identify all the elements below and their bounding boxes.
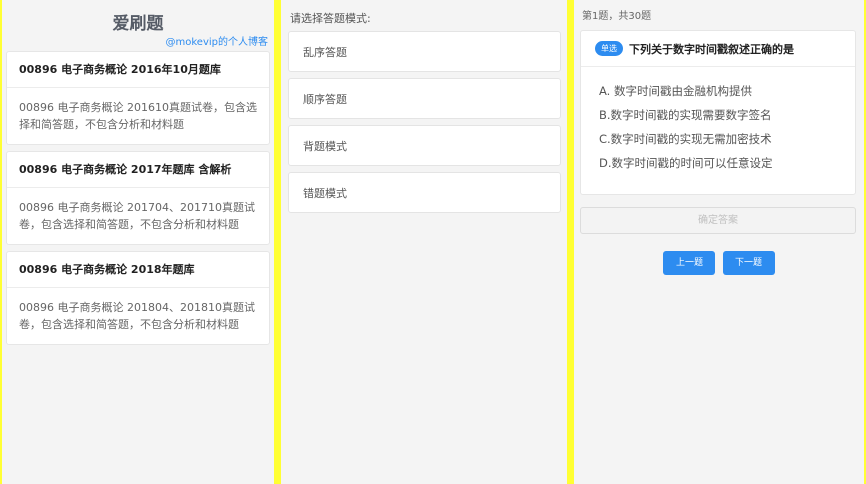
option-list: A. 数字时间戳由金融机构提供 B.数字时间戳的实现需要数字签名 C.数字时间戳… [581, 67, 855, 175]
mode-prompt: 请选择答题模式: [290, 12, 371, 25]
mode-wrong-questions[interactable]: 错题模式 [288, 172, 561, 213]
option-d[interactable]: D.数字时间戳的时间可以任意设定 [599, 151, 855, 175]
question-progress: 第1题，共30题 [582, 11, 652, 22]
mode-memorize[interactable]: 背题模式 [288, 125, 561, 166]
blog-link[interactable]: @mokevip的个人博客 [166, 33, 269, 48]
bank-description: 00896 电子商务概论 201804、201810真题试卷，包含选择和简答题，… [19, 301, 255, 331]
question-panel: 第1题，共30题 单选 下列关于数字时间戳叙述正确的是 A. 数字时间戳由金融机… [574, 0, 864, 484]
question-navigation: 上一题 下一题 [574, 250, 864, 275]
app-title: 爱刷题 [112, 14, 164, 34]
bank-description: 00896 电子商务概论 201610真题试卷，包含选择和简答题，不包含分析和材… [19, 101, 257, 131]
bank-list-panel: 爱刷题 @mokevip的个人博客 00896 电子商务概论 2016年10月题… [2, 0, 274, 484]
option-a[interactable]: A. 数字时间戳由金融机构提供 [599, 79, 855, 103]
bank-card[interactable]: 00896 电子商务概论 2018年题库 00896 电子商务概论 201804… [6, 251, 270, 345]
next-question-button[interactable]: 下一题 [722, 251, 775, 275]
prev-question-button[interactable]: 上一题 [663, 251, 716, 275]
question-header: 单选 下列关于数字时间戳叙述正确的是 [581, 31, 855, 67]
bank-title: 00896 电子商务概论 2016年10月题库 [7, 52, 269, 88]
bank-list: 00896 电子商务概论 2016年10月题库 00896 电子商务概论 201… [6, 51, 270, 351]
bank-card[interactable]: 00896 电子商务概论 2016年10月题库 00896 电子商务概论 201… [6, 51, 270, 145]
confirm-answer-button[interactable]: 确定答案 [580, 207, 856, 234]
bank-title: 00896 电子商务概论 2018年题库 [7, 252, 269, 288]
question-card: 单选 下列关于数字时间戳叙述正确的是 A. 数字时间戳由金融机构提供 B.数字时… [580, 30, 856, 195]
question-text: 下列关于数字时间戳叙述正确的是 [629, 42, 794, 56]
mode-shuffle[interactable]: 乱序答题 [288, 31, 561, 72]
bank-title: 00896 电子商务概论 2017年题库 含解析 [7, 152, 269, 188]
mode-list: 乱序答题 顺序答题 背题模式 错题模式 [288, 31, 561, 219]
question-type-badge: 单选 [595, 41, 623, 56]
bank-card[interactable]: 00896 电子商务概论 2017年题库 含解析 00896 电子商务概论 20… [6, 151, 270, 245]
mode-sequential[interactable]: 顺序答题 [288, 78, 561, 119]
option-c[interactable]: C.数字时间戳的实现无需加密技术 [599, 127, 855, 151]
option-b[interactable]: B.数字时间戳的实现需要数字签名 [599, 103, 855, 127]
mode-select-panel: 请选择答题模式: 乱序答题 顺序答题 背题模式 错题模式 [281, 0, 567, 484]
bank-description: 00896 电子商务概论 201704、201710真题试卷，包含选择和简答题，… [19, 201, 255, 231]
